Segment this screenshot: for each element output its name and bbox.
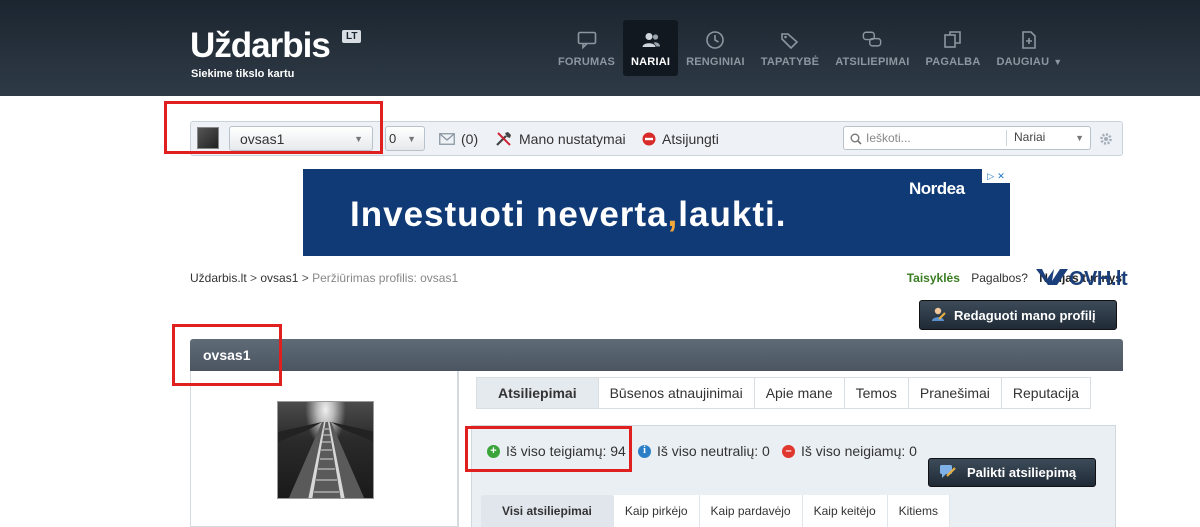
tab-atsiliepimai[interactable]: Atsiliepimai: [476, 377, 599, 409]
logout-link[interactable]: Atsijungti: [642, 131, 719, 147]
ad-brand-logo: Nordea: [909, 179, 965, 198]
nav-forumas[interactable]: FORUMAS: [550, 20, 623, 76]
copy-icon: [943, 30, 963, 50]
nav-renginiai-label: RENGINIAI: [686, 56, 745, 68]
nav-daugiau-label: DAUGIAU: [996, 56, 1050, 68]
leave-feedback-label: Palikti atsiliepimą: [967, 465, 1077, 480]
site-header: Uždarbis LT Siekime tikslo kartu FORUMAS…: [0, 0, 1200, 96]
search-icon: [850, 132, 862, 150]
adchoices-icon: ▷: [987, 170, 995, 181]
ovh-logo-icon: [1035, 267, 1069, 292]
nav-pagalba-label: PAGALBA: [925, 56, 981, 68]
breadcrumb-current: Peržiūrimas profilis: ovsas1: [312, 271, 459, 285]
logo-badge: LT: [342, 30, 362, 43]
site-logo[interactable]: Uždarbis LT Siekime tikslo kartu: [190, 26, 362, 80]
sponsor-name: OVH.lt: [1069, 268, 1128, 290]
nav-atsiliepimai-label: ATSILIEPIMAI: [835, 56, 910, 68]
settings-label: Mano nustatymai: [519, 131, 626, 147]
search-divider: [1006, 130, 1007, 146]
tab-busenos-atnaujinimai[interactable]: Būsenos atnaujinimai: [598, 377, 755, 409]
annotation-box-profile-title: [172, 324, 282, 386]
chevron-down-icon: ▼: [1075, 133, 1084, 143]
add-page-icon: [1019, 30, 1039, 50]
sponsor-logo[interactable]: OVH.lt: [1035, 267, 1128, 292]
messages-count: (0): [461, 131, 479, 147]
feedback-neutral-text: Iš viso neutralių: 0: [657, 443, 770, 459]
nav-nariai-label: NARIAI: [631, 56, 671, 68]
clock-icon: [705, 30, 725, 50]
logo-tagline: Siekime tikslo kartu: [191, 68, 295, 80]
chat-bubbles-icon: [862, 30, 882, 50]
nav-atsiliepimai[interactable]: ATSILIEPIMAI: [827, 20, 917, 76]
gear-icon[interactable]: [1099, 132, 1113, 151]
subtab-kaip-pardavejo[interactable]: Kaip pardavėjo: [699, 495, 803, 527]
profile-photo[interactable]: [277, 401, 374, 499]
nav-daugiau[interactable]: DAUGIAU ▼: [988, 20, 1070, 76]
stop-icon: [642, 132, 656, 146]
notifications-count: 0: [389, 131, 397, 146]
main-nav: FORUMAS NARIAI RENGINIAI TAPATYBĖ ATSILI…: [550, 20, 1070, 76]
speech-bubble-icon: [577, 30, 597, 50]
messages-link[interactable]: (0): [439, 131, 478, 147]
nav-tapatybe-label: TAPATYBĖ: [760, 56, 820, 68]
feedback-edit-icon: [939, 463, 957, 482]
users-icon: [641, 30, 661, 50]
ad-headline-part1: Investuoti neverta: [350, 195, 668, 234]
edit-profile-label: Redaguoti mano profilį: [954, 307, 1096, 323]
edit-profile-button[interactable]: Redaguoti mano profilį: [919, 300, 1117, 330]
help-link[interactable]: Pagalbos?: [971, 271, 1028, 285]
logout-label: Atsijungti: [662, 131, 719, 147]
tools-icon: [495, 131, 513, 147]
minus-circle-icon: –: [782, 444, 795, 458]
leave-feedback-button[interactable]: Palikti atsiliepimą: [928, 458, 1096, 487]
annotation-box-positive-count: [465, 426, 632, 472]
feedback-subtabs: Visi atsiliepimai Kaip pirkėjo Kaip pard…: [481, 495, 950, 527]
rules-link[interactable]: Taisyklės: [907, 271, 960, 285]
logo-wordmark: Uždarbis: [190, 26, 331, 65]
user-edit-icon: [930, 306, 946, 325]
search-input[interactable]: [866, 130, 1000, 146]
chevron-down-icon: ▼: [1053, 57, 1063, 67]
tag-icon: [780, 30, 800, 50]
ad-close-button[interactable]: ▷ ✕: [982, 169, 1010, 183]
close-icon: ✕: [997, 170, 1005, 181]
nav-nariai[interactable]: NARIAI: [623, 20, 679, 76]
search-scope-select[interactable]: Nariai: [1014, 130, 1045, 144]
profile-tabs: Atsiliepimai Būsenos atnaujinimai Apie m…: [476, 377, 1092, 409]
tab-temos[interactable]: Temos: [844, 377, 909, 409]
breadcrumb-home[interactable]: Uždarbis.lt: [190, 271, 247, 285]
profile-sidebar: [190, 371, 458, 527]
breadcrumb-separator: >: [246, 271, 261, 285]
ad-banner[interactable]: Investuoti neverta,laukti. Nordea ▷ ✕: [303, 169, 1010, 256]
settings-link[interactable]: Mano nustatymai: [495, 131, 626, 147]
feedback-neutral: i Iš viso neutralių: 0: [638, 443, 770, 459]
envelope-icon: [439, 133, 455, 145]
annotation-box-username: [164, 101, 383, 154]
tab-pranesimai[interactable]: Pranešimai: [908, 377, 1002, 409]
ad-headline-comma: ,: [667, 195, 679, 234]
nav-renginiai[interactable]: RENGINIAI: [678, 20, 753, 76]
nav-tapatybe[interactable]: TAPATYBĖ: [753, 20, 827, 76]
profile-header: ovsas1: [190, 339, 1123, 371]
ad-headline: Investuoti neverta,laukti.: [350, 195, 786, 235]
nav-forumas-label: FORUMAS: [558, 56, 616, 68]
subtab-visi-atsiliepimai[interactable]: Visi atsiliepimai: [481, 495, 614, 527]
breadcrumb: Uždarbis.lt > ovsas1 > Peržiūrimas profi…: [190, 271, 458, 285]
tab-apie-mane[interactable]: Apie mane: [754, 377, 845, 409]
subtab-kitiems[interactable]: Kitiems: [887, 495, 950, 527]
subtab-kaip-keitejo[interactable]: Kaip keitėjo: [802, 495, 888, 527]
search-box: Nariai ▼: [843, 126, 1091, 150]
subtab-kaip-pirkejo[interactable]: Kaip pirkėjo: [613, 495, 700, 527]
ad-headline-part2: laukti.: [678, 195, 787, 234]
breadcrumb-separator: >: [298, 271, 313, 285]
chevron-down-icon: ▼: [407, 134, 416, 144]
breadcrumb-user[interactable]: ovsas1: [260, 271, 298, 285]
info-circle-icon: i: [638, 444, 651, 458]
feedback-negative-text: Iš viso neigiamų: 0: [801, 443, 917, 459]
nav-pagalba[interactable]: PAGALBA: [918, 20, 989, 76]
tab-reputacija[interactable]: Reputacija: [1001, 377, 1092, 409]
notifications-dropdown[interactable]: 0 ▼: [385, 126, 425, 151]
feedback-negative: – Iš viso neigiamų: 0: [782, 443, 917, 459]
